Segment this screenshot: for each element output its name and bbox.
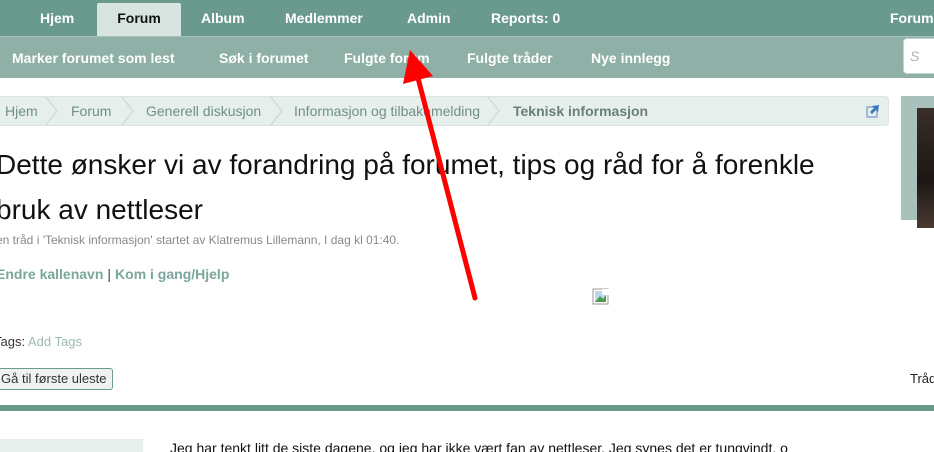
breadcrumb-general-discussion[interactable]: Generell diskusjon [146,97,261,125]
breadcrumb-current: Teknisk informasjon [513,103,649,119]
breadcrumb-separator-icon [44,97,58,125]
nav-tab-forum[interactable]: Forum [97,3,181,36]
thread-title: Dette ønsker vi av forandring på forumet… [0,142,896,232]
main-nav: Hjem Forum Album Medlemmer Admin Reports… [0,0,934,36]
watched-threads-link[interactable]: Fulgte tråder [467,37,553,79]
first-unread-button[interactable]: Gå til første uleste [0,368,114,390]
section-divider [0,405,934,411]
breadcrumb-forum[interactable]: Forum [71,97,111,125]
add-tags-link[interactable]: Add Tags [28,334,82,349]
post-author-panel [0,439,143,452]
sidebar-photo [917,108,934,228]
change-nickname-link[interactable]: Endre kallenavn [0,266,103,282]
sidebar-image [901,96,934,228]
broken-image-icon [592,288,610,305]
nav-tab-reports[interactable]: Reports: 0 [491,0,560,36]
watched-forums-link[interactable]: Fulgte forum [344,37,430,79]
nav-tab-forum-right[interactable]: Forum [890,0,934,36]
search-input[interactable]: S [903,38,934,74]
thread-title-line2: bruk av nettleser [0,194,203,225]
link-separator: | [107,266,112,282]
nav-tab-members[interactable]: Medlemmer [285,0,363,36]
breadcrumb-separator-icon [486,97,500,125]
thread-meta: en tråd i 'Teknisk informasjon' startet … [0,233,400,247]
sub-nav: Marker forumet som lest Søk i forumet Fu… [0,36,934,78]
post-body-text: Jeg har tenkt litt de siste dagene, og j… [170,440,788,452]
getting-started-link[interactable]: Kom i gang/Hjelp [115,266,229,282]
thread-title-line1: Dette ønsker vi av forandring på forumet… [0,149,815,180]
nav-tab-home[interactable]: Hjem [40,0,74,36]
nav-tab-admin[interactable]: Admin [407,0,451,36]
breadcrumb-home[interactable]: Hjem [5,97,38,125]
mark-forum-read-link[interactable]: Marker forumet som lest [12,37,175,79]
nav-tab-album[interactable]: Album [201,0,245,36]
search-placeholder: S [910,48,920,64]
breadcrumb-separator-icon [120,97,134,125]
search-forum-link[interactable]: Søk i forumet [219,37,308,79]
new-posts-link[interactable]: Nye innlegg [591,37,670,79]
thread-links: Endre kallenavn | Kom i gang/Hjelp [0,266,229,282]
breadcrumb-info-feedback[interactable]: Informasjon og tilbakemelding [294,97,480,125]
breadcrumb-separator-icon [269,97,283,125]
breadcrumb: Hjem Forum Generell diskusjon Informasjo… [0,96,889,126]
tags-label: Tags: [0,334,26,349]
thread-tools-label: Tråd [910,371,934,386]
popout-icon[interactable] [866,104,880,118]
tags-row: Tags: Add Tags [0,334,82,349]
